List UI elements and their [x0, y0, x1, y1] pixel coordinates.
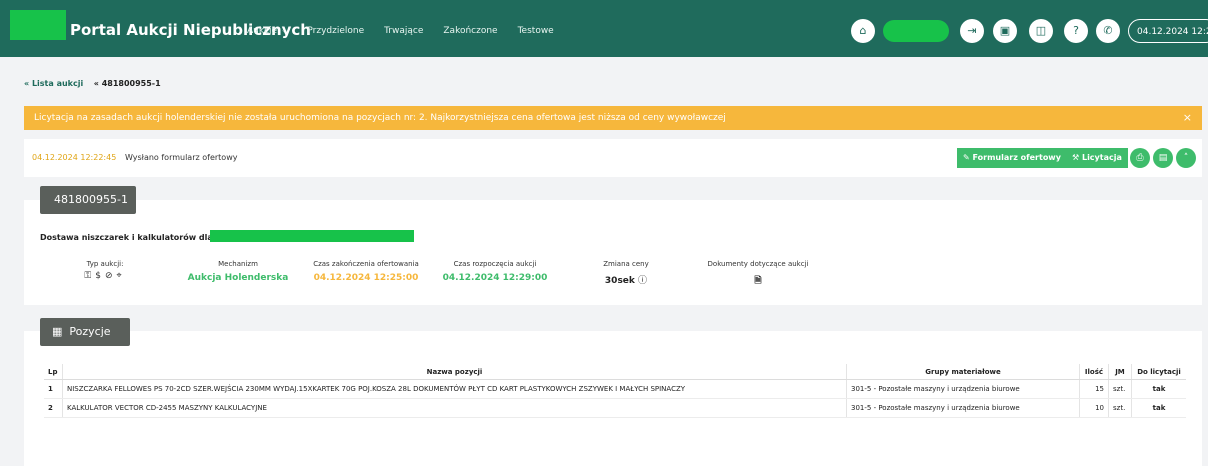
user-badge[interactable]: [883, 20, 949, 42]
auction-type-icons: ⚿$⊘⌖: [60, 271, 150, 281]
nav-przydzielone[interactable]: Przydzielone: [307, 26, 364, 36]
col-name: Nazwa pozycji: [62, 364, 847, 380]
document-icon[interactable]: 🗎: [702, 273, 814, 289]
row-group: 301-5 - Pozostałe maszyny i urządzenia b…: [846, 398, 1080, 418]
phone-icon[interactable]: ✆: [1096, 19, 1120, 43]
mechanism: Mechanizm Aukcja Holenderska: [183, 260, 293, 283]
positions-table: Lp Nazwa pozycji Grupy materiałowe Ilość…: [44, 364, 1186, 418]
nav-trwajace[interactable]: Trwające: [384, 26, 423, 36]
logo[interactable]: [10, 10, 66, 40]
auction-type: Typ aukcji: ⚿$⊘⌖: [60, 260, 150, 281]
positions-tag: ▦ Pozycje: [40, 318, 130, 346]
col-qty: Ilość: [1079, 364, 1109, 380]
table-row[interactable]: 1 NISZCZARKA FELLOWES PS 70-2CD SZER.WEJ…: [44, 379, 1186, 399]
row-unit: szt.: [1108, 398, 1132, 418]
columns-icon[interactable]: ◫: [1029, 19, 1053, 43]
auction-info-card: [24, 200, 1202, 305]
card-icon[interactable]: ▤: [1153, 148, 1173, 168]
row-group: 301-5 - Pozostałe maszyny i urządzenia b…: [846, 379, 1080, 399]
row-lp: 2: [44, 398, 63, 418]
row-unit: szt.: [1108, 379, 1132, 399]
mechanism-value: Aukcja Holenderska: [187, 273, 289, 283]
info-icon[interactable]: ⓘ: [638, 276, 647, 286]
table-header: Lp Nazwa pozycji Grupy materiałowe Ilość…: [44, 364, 1186, 380]
auction-type-label: Typ aukcji:: [86, 260, 124, 268]
col-group: Grupy materiałowe: [846, 364, 1080, 380]
collapse-icon[interactable]: ˄: [1176, 148, 1196, 168]
help-icon[interactable]: ?: [1064, 19, 1088, 43]
bid-button[interactable]: ⚒ Licytacja: [1066, 148, 1128, 168]
target-icon: ⌖: [116, 271, 126, 281]
row-lp: 1: [44, 379, 63, 399]
auction-documents: Dokumenty dotyczące aukcji 🗎: [702, 260, 814, 289]
row-bid: tak: [1131, 398, 1186, 418]
table-row[interactable]: 2 KALKULATOR VECTOR CD-2455 MASZYNY KALK…: [44, 398, 1186, 418]
row-qty: 15: [1079, 379, 1109, 399]
change-value: 30sek ⓘ: [604, 276, 648, 286]
datetime-badge: 04.12.2024 12:29:51: [1128, 19, 1208, 43]
warning-alert: Licytacja na zasadach aukcji holenderski…: [24, 106, 1202, 130]
row-qty: 10: [1079, 398, 1109, 418]
nav-testowe[interactable]: Testowe: [518, 26, 554, 36]
docs-label: Dokumenty dotyczące aukcji: [707, 260, 809, 268]
row-name: KALKULATOR VECTOR CD-2455 MASZYNY KALKUL…: [62, 398, 847, 418]
start-value: 04.12.2024 12:29:00: [442, 273, 548, 283]
offer-close-time: Czas zakończenia ofertowania 04.12.2024 …: [306, 260, 426, 283]
alert-text: Licytacja na zasadach aukcji holenderski…: [34, 113, 726, 123]
top-bar: Portal Aukcji Niepublicznych Aukcje ⌵ Prz…: [0, 0, 1208, 57]
breadcrumb: « Lista aukcji « 481800955-1: [24, 79, 161, 88]
book-icon[interactable]: ▣: [993, 19, 1017, 43]
status-bar: 04.12.2024 12:22:45 Wysłano formularz of…: [24, 139, 1202, 177]
grid-icon: ▦: [52, 325, 63, 338]
close-label: Czas zakończenia ofertowania: [313, 260, 419, 268]
chevron-down-icon: ⌵: [282, 27, 288, 35]
mechanism-label: Mechanizm: [218, 260, 258, 268]
logout-icon[interactable]: ⇥: [960, 19, 984, 43]
nav-aukcje[interactable]: Aukcje ⌵: [247, 26, 287, 36]
home-icon[interactable]: ⌂: [851, 19, 875, 43]
row-bid: tak: [1131, 379, 1186, 399]
close-icon[interactable]: ×: [1183, 106, 1192, 130]
auction-start-time: Czas rozpoczęcia aukcji 04.12.2024 12:29…: [440, 260, 550, 283]
row-name: NISZCZARKA FELLOWES PS 70-2CD SZER.WEJŚC…: [62, 379, 847, 399]
breadcrumb-current: « 481800955-1: [93, 79, 161, 88]
status-time: 04.12.2024 12:22:45: [32, 153, 117, 162]
eye-off-icon: ⊘: [104, 271, 117, 281]
offer-form-button[interactable]: ✎ Formularz ofertowy: [957, 148, 1067, 168]
auction-id-tag: 481800955-1: [40, 186, 136, 214]
col-lp: Lp: [44, 364, 63, 380]
price-change: Zmiana ceny 30sek ⓘ: [586, 260, 666, 286]
col-bid: Do licytacji: [1131, 364, 1186, 380]
status-text: Wysłano formularz ofertowy: [125, 153, 238, 162]
close-value: 04.12.2024 12:25:00: [313, 273, 419, 283]
lock-icon: ⚿: [84, 271, 96, 281]
col-unit: JM: [1108, 364, 1132, 380]
redacted-buyer: [210, 230, 414, 242]
auction-subject: Dostawa niszczarek i kalkulatorów dla: [40, 233, 213, 242]
print-icon[interactable]: ⎙: [1130, 148, 1150, 168]
nav-zakonczone[interactable]: Zakończone: [443, 26, 497, 36]
dollar-icon: $: [95, 271, 105, 281]
breadcrumb-back-link[interactable]: « Lista aukcji: [24, 79, 83, 88]
start-label: Czas rozpoczęcia aukcji: [453, 260, 537, 268]
main-nav: Aukcje ⌵ Przydzielone Trwające Zakończone…: [247, 26, 554, 36]
change-label: Zmiana ceny: [603, 260, 649, 268]
